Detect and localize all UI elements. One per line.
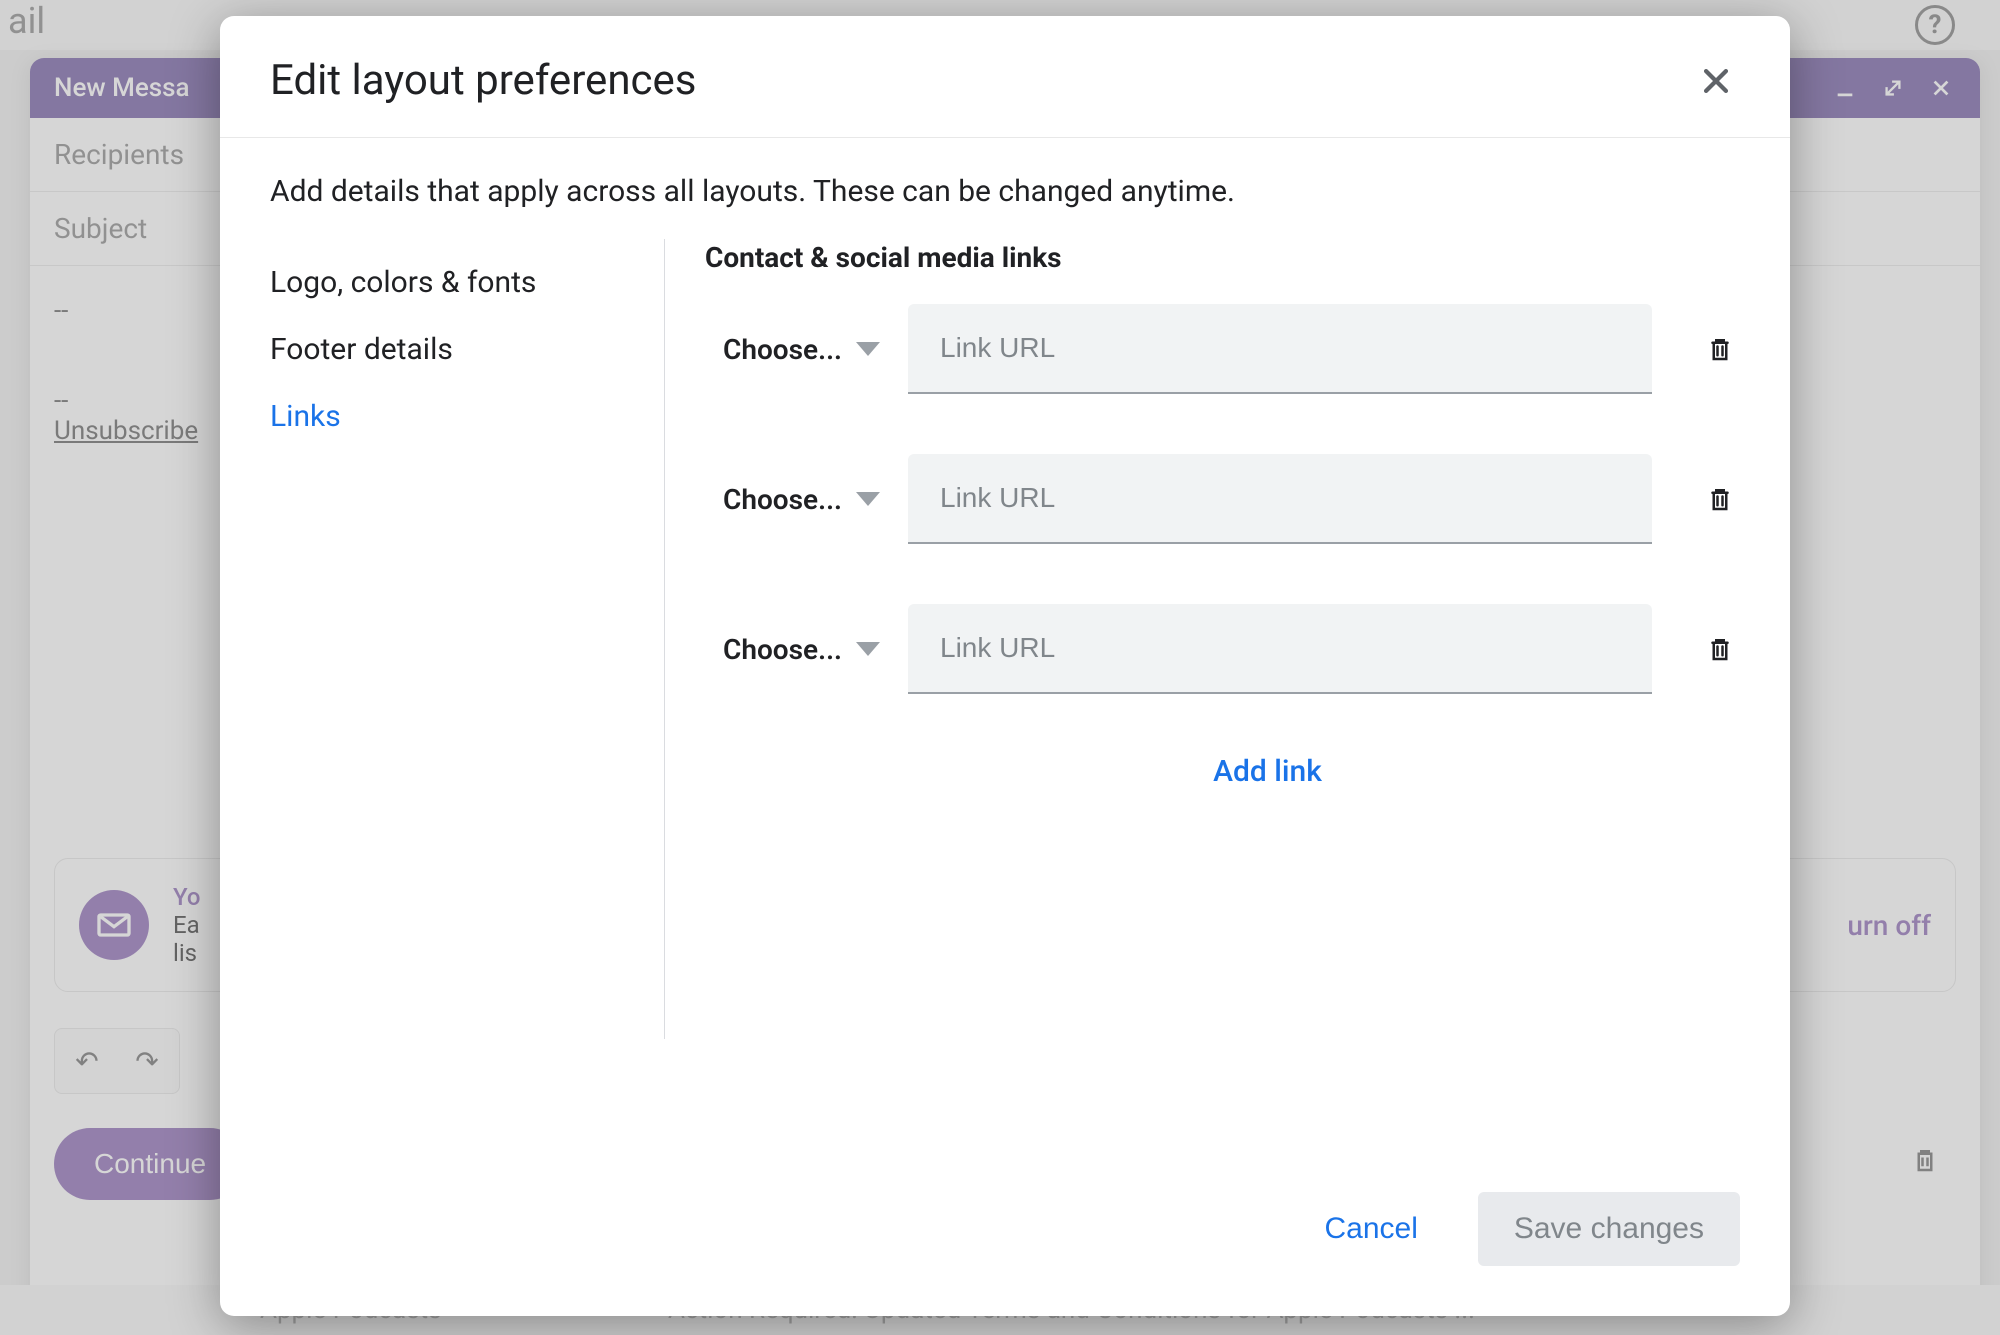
delete-link-icon[interactable] bbox=[1700, 479, 1740, 519]
panel-title: Contact & social media links bbox=[705, 241, 1740, 274]
link-type-dropdown[interactable]: Choose... bbox=[705, 633, 880, 666]
chevron-down-icon bbox=[856, 342, 880, 356]
delete-link-icon[interactable] bbox=[1700, 329, 1740, 369]
chevron-down-icon bbox=[856, 642, 880, 656]
links-panel: Contact & social media links Choose... C… bbox=[665, 239, 1740, 1162]
dropdown-label: Choose... bbox=[723, 333, 842, 366]
link-type-dropdown[interactable]: Choose... bbox=[705, 483, 880, 516]
link-type-dropdown[interactable]: Choose... bbox=[705, 333, 880, 366]
dialog-header: Edit layout preferences bbox=[220, 16, 1790, 138]
settings-sidebar: Logo, colors & fonts Footer details Link… bbox=[270, 239, 665, 1039]
delete-link-icon[interactable] bbox=[1700, 629, 1740, 669]
close-icon[interactable] bbox=[1692, 57, 1740, 105]
dropdown-label: Choose... bbox=[723, 483, 842, 516]
dialog-subtitle: Add details that apply across all layout… bbox=[220, 138, 1790, 239]
sidebar-item-logo-colors-fonts[interactable]: Logo, colors & fonts bbox=[270, 249, 634, 316]
link-row: Choose... bbox=[705, 604, 1740, 694]
dropdown-label: Choose... bbox=[723, 633, 842, 666]
dialog-content: Logo, colors & fonts Footer details Link… bbox=[220, 239, 1790, 1162]
sidebar-item-links[interactable]: Links bbox=[270, 383, 634, 450]
link-url-input[interactable] bbox=[908, 454, 1652, 544]
add-link-button[interactable]: Add link bbox=[795, 754, 1740, 789]
dialog-footer: Cancel Save changes bbox=[220, 1162, 1790, 1316]
save-changes-button[interactable]: Save changes bbox=[1478, 1192, 1740, 1266]
layout-preferences-dialog: Edit layout preferences Add details that… bbox=[220, 16, 1790, 1316]
link-url-input[interactable] bbox=[908, 604, 1652, 694]
chevron-down-icon bbox=[856, 492, 880, 506]
link-row: Choose... bbox=[705, 454, 1740, 544]
sidebar-item-footer-details[interactable]: Footer details bbox=[270, 316, 634, 383]
cancel-button[interactable]: Cancel bbox=[1304, 1196, 1437, 1262]
link-url-input[interactable] bbox=[908, 304, 1652, 394]
link-row: Choose... bbox=[705, 304, 1740, 394]
dialog-title: Edit layout preferences bbox=[270, 56, 696, 105]
